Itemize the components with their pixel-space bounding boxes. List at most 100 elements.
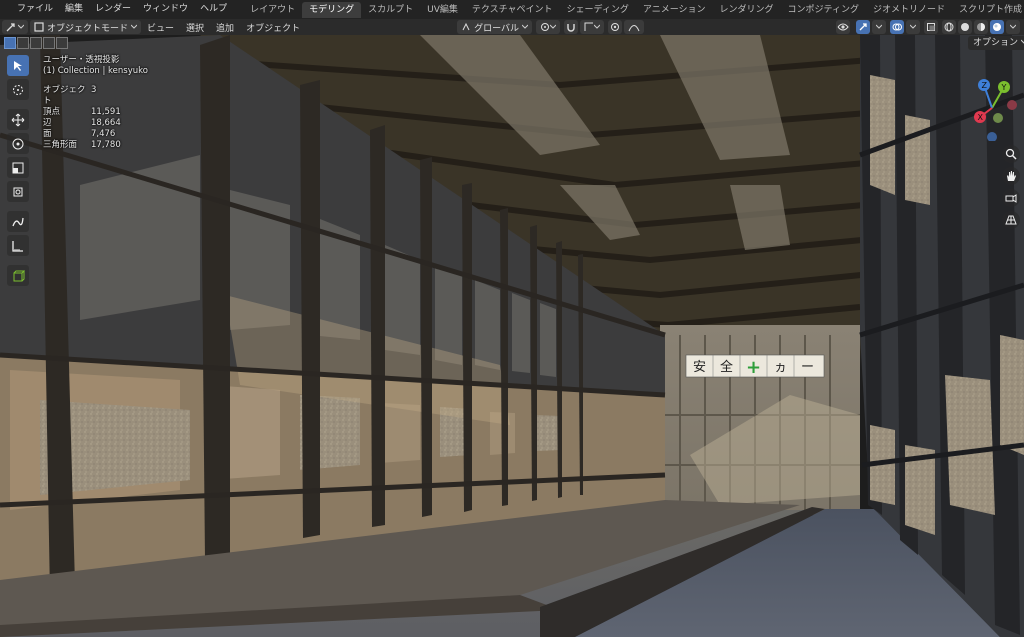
tool-select-box[interactable] — [7, 55, 29, 76]
menu-file[interactable]: ファイル — [11, 0, 59, 19]
shading-wireframe[interactable] — [942, 20, 956, 34]
sign-char-1: 安 — [693, 360, 706, 375]
snap-toggle[interactable] — [564, 20, 578, 34]
select-extend-mode[interactable] — [17, 37, 29, 49]
gizmo-toggle[interactable] — [856, 20, 870, 34]
falloff-curve-icon — [628, 25, 640, 32]
zoom-button[interactable] — [1002, 145, 1020, 163]
pivot-select[interactable] — [536, 20, 560, 34]
overlays-toggle[interactable] — [890, 20, 904, 34]
stat-edges: 辺 18,664 — [43, 118, 121, 128]
select-invert-mode[interactable] — [43, 37, 55, 49]
chevron-down-icon — [522, 24, 528, 29]
tool-rotate[interactable] — [7, 133, 29, 154]
navigation-gizmo[interactable]: X Y Z — [962, 75, 1022, 141]
scale-icon — [12, 162, 24, 173]
chevron-down-icon — [594, 24, 600, 29]
tab-sculpt[interactable]: スカルプト — [361, 2, 420, 18]
3d-viewport[interactable]: 安 全 + ヵ ー ユーザー・透視投影 (1) Collection | ken… — [0, 35, 1024, 637]
tab-rendering[interactable]: レンダリング — [713, 2, 781, 18]
gizmo-z-label: Z — [982, 81, 988, 90]
tool-move[interactable] — [7, 109, 29, 130]
chevron-down-icon — [131, 24, 138, 29]
stat-vertices: 頂点 11,591 — [43, 107, 121, 117]
tab-shading[interactable]: シェーディング — [560, 2, 636, 18]
options-label: オプション — [973, 38, 1019, 48]
menu-window[interactable]: ウィンドウ — [137, 0, 194, 19]
orientation-select[interactable]: グローバル — [457, 20, 532, 34]
top-menu-bar: ファイル 編集 レンダー ウィンドウ ヘルプ レイアウト モデリング スカルプト… — [0, 0, 1024, 20]
tab-uv-editing[interactable]: UV編集 — [420, 2, 465, 18]
tool-add-cube[interactable] — [7, 265, 29, 286]
tool-transform[interactable] — [7, 181, 29, 202]
tool-measure[interactable] — [7, 235, 29, 256]
menu-view[interactable]: ビュー — [141, 21, 180, 34]
select-subtract-mode[interactable] — [30, 37, 42, 49]
solid-sphere-icon — [961, 23, 969, 31]
hand-pan-icon — [1007, 171, 1016, 181]
collection-label: (1) Collection | kensyuko — [43, 66, 148, 76]
tool-cursor[interactable] — [7, 79, 29, 100]
select-new-mode[interactable] — [4, 37, 16, 49]
pan-button[interactable] — [1002, 167, 1020, 185]
gizmo-neg-z[interactable] — [987, 132, 997, 141]
shading-options[interactable] — [1006, 20, 1020, 34]
navigation-tools — [1002, 145, 1020, 233]
orientation-icon — [462, 22, 470, 31]
stat-objects: オブジェクト 3 — [43, 85, 97, 106]
tab-geometry-nodes[interactable]: ジオメトリノード — [866, 2, 952, 18]
orientation-label: グローバル — [474, 23, 519, 34]
tab-scripting[interactable]: スクリプト作成 — [952, 2, 1024, 18]
xray-toggle[interactable] — [924, 20, 938, 34]
mode-label: オブジェクトモード — [47, 23, 129, 34]
viewport-header: オブジェクトモード ビュー 選択 追加 オブジェクト グローバル — [0, 19, 1024, 35]
tab-animation[interactable]: アニメーション — [636, 2, 713, 18]
move-icon — [11, 113, 25, 126]
transform-arrows-icon — [6, 22, 15, 31]
snap-target-select[interactable] — [580, 20, 604, 34]
selection-mode-buttons — [4, 37, 69, 49]
gizmo-neg-y[interactable] — [993, 113, 1003, 123]
gizmo-neg-x[interactable] — [1007, 100, 1017, 110]
tab-modeling[interactable]: モデリング — [302, 1, 362, 18]
measure-icon — [12, 240, 23, 252]
select-box-icon — [14, 60, 22, 71]
gizmo-y-label: Y — [1001, 83, 1007, 92]
shading-rendered[interactable] — [990, 20, 1004, 34]
mode-select[interactable]: オブジェクトモード — [30, 20, 142, 34]
stat-faces: 面 7,476 — [43, 129, 116, 139]
menu-select[interactable]: 選択 — [180, 21, 210, 34]
gizmo-arrow-icon — [859, 23, 867, 31]
falloff-select[interactable] — [624, 20, 644, 34]
sign-char-2: 全 — [720, 359, 733, 375]
proportional-edit-toggle[interactable] — [608, 20, 622, 34]
tool-annotate[interactable] — [7, 211, 29, 232]
shading-solid[interactable] — [958, 20, 972, 34]
chevron-down-icon — [550, 24, 556, 29]
menu-add[interactable]: 追加 — [210, 21, 240, 34]
menu-object[interactable]: オブジェクト — [240, 21, 306, 34]
visibility-select[interactable] — [836, 20, 850, 34]
select-intersect-mode[interactable] — [56, 37, 68, 49]
safety-sign: 安 全 + ヵ ー — [685, 354, 825, 378]
tool-scale[interactable] — [7, 157, 29, 178]
overlays-options[interactable] — [906, 20, 920, 34]
menu-render[interactable]: レンダー — [89, 0, 137, 19]
warehouse-scene: 安 全 + ヵ ー — [0, 35, 1024, 637]
tab-compositing[interactable]: コンポジティング — [781, 2, 866, 18]
tab-layout[interactable]: レイアウト — [243, 2, 302, 18]
shading-material[interactable] — [974, 20, 988, 34]
tab-texture-paint[interactable]: テクスチャペイント — [465, 2, 560, 18]
editor-type-button[interactable] — [2, 20, 28, 34]
chevron-down-icon — [1010, 24, 1016, 29]
transform-icon — [13, 187, 23, 196]
camera-view-button[interactable] — [1002, 189, 1020, 207]
gizmo-options[interactable] — [872, 20, 886, 34]
rendered-sphere-icon — [993, 23, 1001, 31]
perspective-toggle-button[interactable] — [1002, 211, 1020, 229]
material-sphere-icon — [977, 23, 985, 31]
snap-increment-icon — [584, 22, 593, 31]
menu-edit[interactable]: 編集 — [59, 0, 89, 19]
options-button[interactable]: オプション — [968, 36, 1024, 50]
menu-help[interactable]: ヘルプ — [194, 0, 233, 19]
